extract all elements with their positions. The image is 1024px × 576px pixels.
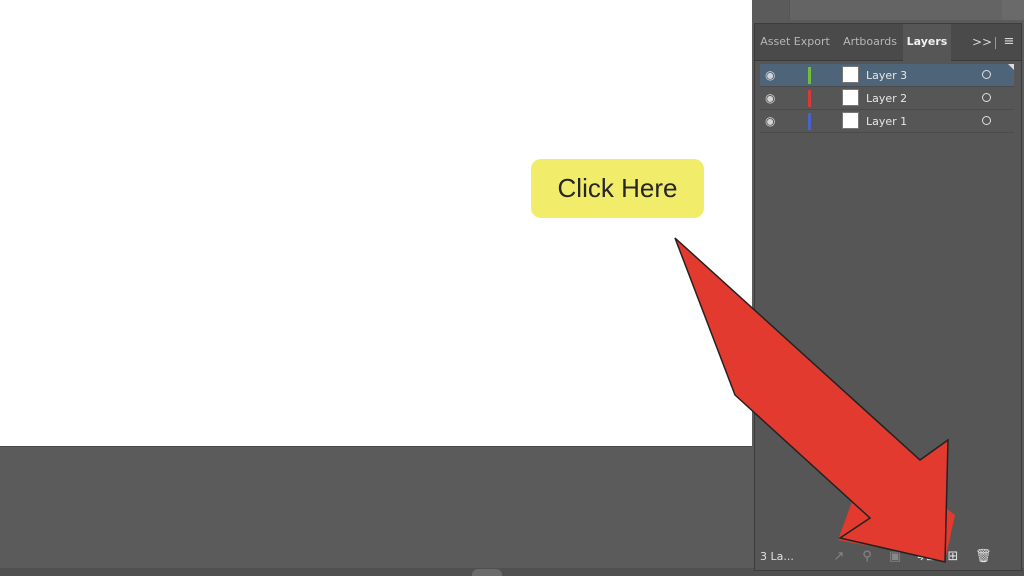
search-icon[interactable]: ⚲: [859, 549, 875, 565]
layer-name[interactable]: Layer 3: [866, 64, 907, 87]
panel-footer: 3 La... ↗ ⚲ ▣ ↳⊞ ⊞ 🗑: [755, 546, 1021, 568]
panel-menu-icon[interactable]: ≡: [999, 24, 1019, 60]
layers-panel: Asset Export Artboards Layers >> ≡ ◉ Lay…: [754, 23, 1022, 571]
layer-row-3[interactable]: ◉ Layer 3: [760, 64, 1014, 87]
tab-divider: [995, 37, 996, 49]
layer-thumbnail: [842, 89, 859, 106]
bottom-scrollbar-thumb[interactable]: [472, 569, 502, 576]
layer-color-bar: [808, 90, 811, 107]
new-layer-icon[interactable]: ⊞: [945, 549, 961, 565]
top-right-toolbar-area: [789, 0, 1003, 20]
tab-asset-export[interactable]: Asset Export: [755, 24, 835, 60]
layer-color-bar: [808, 67, 811, 84]
layer-row-2[interactable]: ◉ Layer 2: [760, 87, 1014, 110]
eye-icon[interactable]: ◉: [765, 115, 779, 127]
eye-icon[interactable]: ◉: [765, 69, 779, 81]
tab-layers[interactable]: Layers: [903, 24, 951, 61]
eye-icon[interactable]: ◉: [765, 92, 779, 104]
export-icon[interactable]: ↗: [831, 549, 847, 565]
tabs-overflow-button[interactable]: >>: [971, 24, 993, 60]
layer-thumbnail: [842, 112, 859, 129]
trash-icon[interactable]: 🗑: [975, 549, 992, 565]
target-icon[interactable]: [982, 116, 991, 125]
clip-icon[interactable]: ▣: [887, 549, 903, 565]
tab-artboards[interactable]: Artboards: [837, 24, 903, 60]
panel-tabs: Asset Export Artboards Layers >> ≡: [755, 24, 1021, 61]
layer-row-1[interactable]: ◉ Layer 1: [760, 110, 1014, 133]
layer-name[interactable]: Layer 2: [866, 87, 907, 110]
layer-name[interactable]: Layer 1: [866, 110, 907, 133]
click-here-callout: Click Here: [531, 159, 704, 218]
layer-thumbnail: [842, 66, 859, 83]
top-right-edge: [1002, 0, 1024, 20]
layer-list: ◉ Layer 3 ◉ Layer 2 ◉ Layer 1: [760, 64, 1014, 133]
move-to-layer-icon[interactable]: ↳⊞: [915, 549, 937, 565]
target-icon[interactable]: [982, 70, 991, 79]
target-icon[interactable]: [982, 93, 991, 102]
artboard-canvas[interactable]: [0, 0, 752, 447]
layer-color-bar: [808, 113, 811, 130]
selection-corner-icon: [1008, 64, 1014, 70]
layer-count-status: 3 La...: [760, 550, 794, 563]
